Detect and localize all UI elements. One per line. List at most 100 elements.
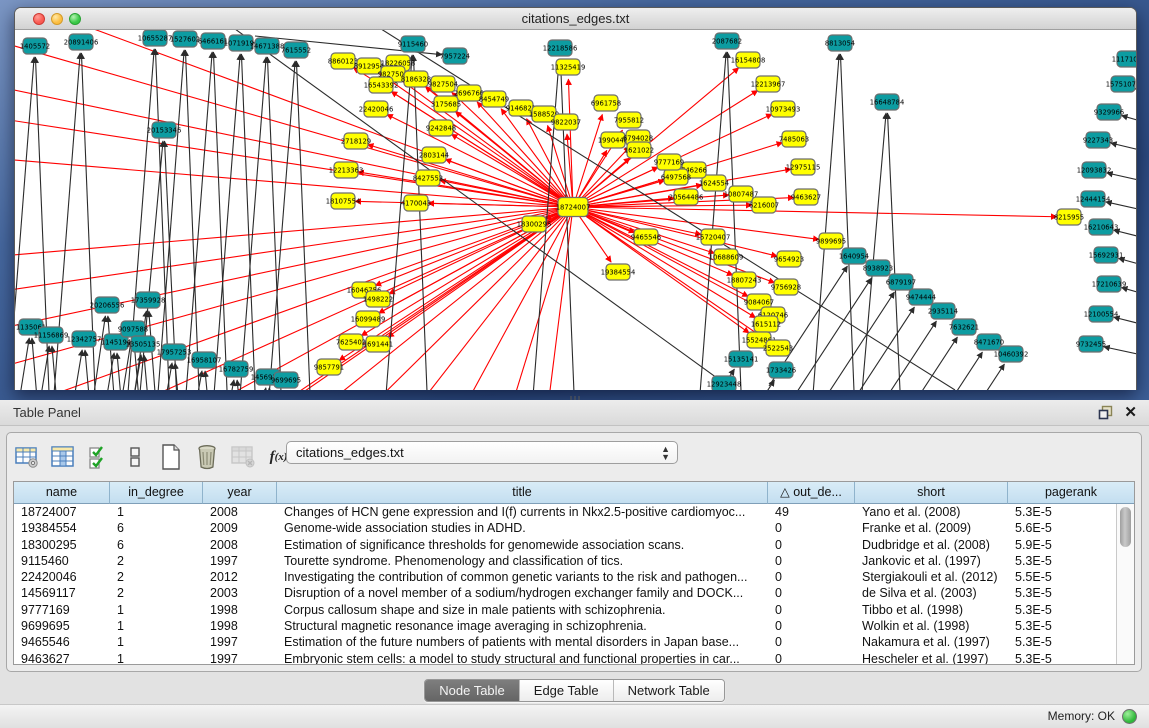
column-header-title[interactable]: title bbox=[277, 482, 768, 504]
graph-node[interactable]: 1527602 bbox=[170, 31, 200, 47]
graph-node[interactable]: 9227343 bbox=[1083, 132, 1113, 148]
graph-node[interactable]: 10655287 bbox=[138, 30, 173, 46]
graph-node[interactable]: 3175685 bbox=[431, 96, 461, 112]
graph-node[interactable]: 15751074 bbox=[1106, 76, 1136, 92]
graph-node[interactable]: 22420046 bbox=[359, 101, 394, 117]
column-header-pagerank[interactable]: pagerank bbox=[1008, 482, 1134, 504]
graph-node[interactable]: 18724007 bbox=[556, 198, 591, 217]
graph-node[interactable]: 10688609 bbox=[709, 249, 744, 265]
graph-node[interactable]: 2718129 bbox=[341, 133, 371, 149]
row-height-icon[interactable] bbox=[121, 444, 148, 471]
graph-node[interactable]: 16543392 bbox=[364, 77, 399, 93]
graph-node[interactable]: 1405572 bbox=[20, 38, 50, 54]
table-scrollbar[interactable] bbox=[1116, 504, 1134, 664]
graph-node[interactable]: 14671388 bbox=[250, 38, 285, 54]
graph-node[interactable]: 12213967 bbox=[751, 76, 786, 92]
graph-node[interactable]: 9732455 bbox=[1076, 336, 1106, 352]
window-titlebar[interactable]: citations_edges.txt bbox=[15, 8, 1136, 30]
graph-node[interactable]: 9654923 bbox=[774, 251, 804, 267]
graph-node[interactable]: 7632621 bbox=[949, 319, 979, 335]
table-row[interactable]: 1830029562008Estimation of significance … bbox=[14, 537, 1117, 553]
column-header-year[interactable]: year bbox=[203, 482, 277, 504]
graph-node[interactable]: 18300295 bbox=[517, 216, 552, 232]
graph-node[interactable]: 2522543 bbox=[763, 340, 793, 356]
show-columns-icon[interactable] bbox=[49, 444, 76, 471]
column-header-in-degree[interactable]: in_degree bbox=[110, 482, 203, 504]
graph-node[interactable]: 12923448 bbox=[707, 376, 742, 390]
graph-node[interactable]: 1640954 bbox=[839, 248, 869, 264]
table-settings-icon[interactable] bbox=[13, 444, 40, 471]
table-row[interactable]: 946554611997Estimation of the future num… bbox=[14, 634, 1117, 650]
column-header-out-de-[interactable]: △ out_de... bbox=[768, 482, 855, 504]
graph-node[interactable]: 20206556 bbox=[90, 297, 125, 313]
graph-node[interactable]: 2087682 bbox=[712, 33, 742, 49]
graph-node[interactable]: 18807243 bbox=[727, 272, 762, 288]
table-row[interactable]: 1872400712008Changes of HCN gene express… bbox=[14, 504, 1117, 520]
graph-node[interactable]: 12444154 bbox=[1076, 191, 1111, 207]
graph-node[interactable]: 8427552 bbox=[413, 170, 443, 186]
graph-node[interactable]: 15135141 bbox=[724, 351, 759, 367]
graph-node[interactable]: 20153346 bbox=[147, 122, 182, 138]
graph-node[interactable]: 1498222 bbox=[363, 291, 393, 307]
graph-node[interactable]: 9699695 bbox=[271, 372, 301, 388]
graph-node[interactable]: 9777169 bbox=[654, 154, 684, 170]
graph-node[interactable]: 9097588 bbox=[118, 321, 148, 337]
graph-node[interactable]: 8454749 bbox=[479, 91, 509, 107]
graph-node[interactable]: 17210639 bbox=[1092, 276, 1127, 292]
tab-edge-table[interactable]: Edge Table bbox=[520, 680, 614, 701]
graph-node[interactable]: 1691441 bbox=[363, 336, 393, 352]
graph-node[interactable]: 9463627 bbox=[791, 189, 821, 205]
graph-node[interactable]: 1621022 bbox=[624, 142, 654, 158]
table-row[interactable]: 946362711997Embryonic stem cells: a mode… bbox=[14, 651, 1117, 664]
new-table-icon[interactable] bbox=[157, 444, 184, 471]
graph-node[interactable]: 1615112 bbox=[751, 316, 781, 332]
float-panel-icon[interactable] bbox=[1098, 405, 1113, 420]
table-row[interactable]: 1938455462009Genome-wide association stu… bbox=[14, 520, 1117, 536]
graph-node[interactable]: 18107554 bbox=[326, 193, 361, 209]
graph-node[interactable]: 6497568 bbox=[661, 169, 691, 185]
graph-node[interactable]: 7957224 bbox=[440, 48, 470, 64]
graph-node[interactable]: 9115460 bbox=[398, 36, 428, 52]
graph-node[interactable]: 9329966 bbox=[1094, 104, 1124, 120]
table-row[interactable]: 2242004622012Investigating the contribut… bbox=[14, 569, 1117, 585]
graph-node[interactable]: 13505135 bbox=[126, 336, 161, 352]
graph-node[interactable]: 12342757 bbox=[67, 331, 102, 347]
graph-node[interactable]: 11156869 bbox=[34, 327, 69, 343]
graph-node[interactable]: 19384554 bbox=[601, 264, 636, 280]
graph-node[interactable]: 9899695 bbox=[816, 233, 846, 249]
graph-node[interactable]: 16782759 bbox=[219, 361, 254, 377]
select-columns-icon[interactable] bbox=[85, 444, 112, 471]
table-selector-dropdown[interactable]: citations_edges.txt ▲▼ bbox=[286, 441, 678, 464]
graph-node[interactable]: 12100554 bbox=[1084, 306, 1119, 322]
graph-node[interactable]: 6961758 bbox=[591, 95, 621, 111]
graph-node[interactable]: 16648784 bbox=[870, 94, 905, 110]
graph-node[interactable]: 20891406 bbox=[64, 34, 99, 50]
table-scrollbar-thumb[interactable] bbox=[1120, 507, 1131, 547]
graph-node[interactable]: 16154808 bbox=[731, 52, 766, 68]
graph-node[interactable]: 8186328 bbox=[401, 71, 431, 87]
table-row[interactable]: 969969511998Structural magnetic resonanc… bbox=[14, 618, 1117, 634]
close-panel-icon[interactable]: ✕ bbox=[1124, 403, 1137, 421]
graph-node[interactable]: 10460392 bbox=[994, 346, 1029, 362]
column-header-name[interactable]: name bbox=[14, 482, 110, 504]
graph-node[interactable]: 17359928 bbox=[131, 292, 166, 308]
graph-node[interactable]: 1733426 bbox=[766, 362, 796, 378]
graph-node[interactable]: 7615552 bbox=[281, 42, 311, 58]
table-row[interactable]: 911546021997Tourette syndrome. Phenomeno… bbox=[14, 553, 1117, 569]
graph-node[interactable]: 9822037 bbox=[551, 114, 581, 130]
delete-table-icon[interactable] bbox=[193, 444, 220, 471]
graph-node[interactable]: 10973493 bbox=[766, 101, 801, 117]
tab-network-table[interactable]: Network Table bbox=[614, 680, 724, 701]
graph-node[interactable]: 9465546 bbox=[631, 229, 661, 245]
graph-node[interactable]: 9857791 bbox=[314, 359, 344, 375]
graph-node[interactable]: 8215955 bbox=[1054, 209, 1084, 225]
graph-node[interactable]: 9242848 bbox=[426, 120, 456, 136]
graph-node[interactable]: 16210643 bbox=[1084, 219, 1119, 235]
network-view[interactable]: 1872400788601238912954182260589827509165… bbox=[15, 30, 1136, 390]
graph-node[interactable]: 8938923 bbox=[863, 260, 893, 276]
graph-node[interactable]: 9756928 bbox=[771, 279, 801, 295]
table-row[interactable]: 1456911722003Disruption of a novel membe… bbox=[14, 585, 1117, 601]
graph-node[interactable]: 16958107 bbox=[187, 352, 222, 368]
graph-node[interactable]: 6216007 bbox=[749, 197, 779, 213]
graph-node[interactable]: 11325419 bbox=[551, 59, 586, 75]
